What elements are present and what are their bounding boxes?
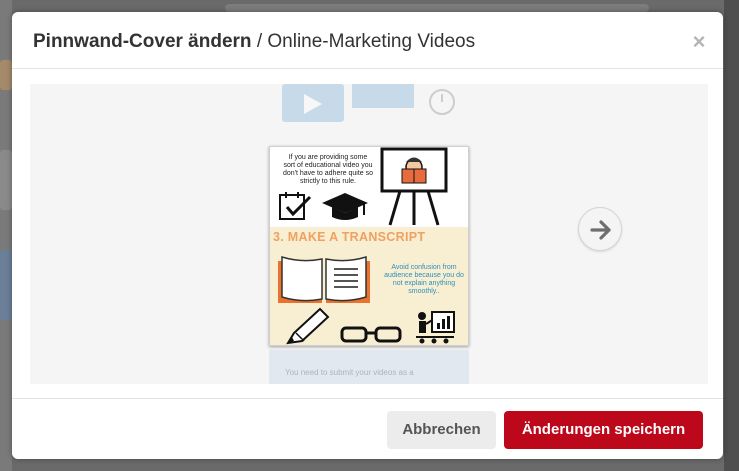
cover-text-bottom: Avoid confusion from audience because yo… bbox=[384, 264, 464, 295]
dialog-title-action: Pinnwand-Cover ändern bbox=[33, 31, 252, 52]
next-cover-snippet: You need to submit your videos as a bbox=[285, 368, 414, 377]
chart-presentation-icon bbox=[416, 311, 455, 344]
cover-picker: If you are providing some sort of educat… bbox=[30, 84, 708, 384]
pencil-icon bbox=[286, 307, 330, 345]
close-icon[interactable]: × bbox=[689, 31, 709, 53]
next-cover-button[interactable] bbox=[578, 207, 622, 251]
book-icon bbox=[278, 255, 370, 303]
arrow-right-icon bbox=[590, 220, 611, 240]
background-search-bar bbox=[225, 4, 649, 12]
cancel-button[interactable]: Abbrechen bbox=[387, 411, 496, 449]
dialog-title-board: Online-Marketing Videos bbox=[267, 31, 476, 52]
checklist-icon bbox=[279, 192, 312, 220]
previous-cover-preview bbox=[282, 84, 474, 132]
presenter-icon bbox=[380, 147, 448, 226]
dialog-footer: Abbrechen Änderungen speichern bbox=[12, 398, 723, 459]
cover-text-top: If you are providing some sort of educat… bbox=[282, 154, 374, 185]
dialog-header: Pinnwand-Cover ändern / Online-Marketing… bbox=[12, 12, 723, 69]
save-changes-button[interactable]: Änderungen speichern bbox=[504, 411, 703, 449]
dialog-title: Pinnwand-Cover ändern / Online-Marketing… bbox=[33, 31, 475, 53]
background-page-right bbox=[724, 0, 739, 471]
next-cover-preview: You need to submit your videos as a bbox=[269, 350, 469, 384]
graduation-cap-icon bbox=[322, 193, 368, 220]
dialog-title-separator: / bbox=[256, 31, 263, 52]
change-board-cover-dialog: Pinnwand-Cover ändern / Online-Marketing… bbox=[12, 12, 723, 459]
cover-heading: 3. MAKE A TRANSCRIPT bbox=[273, 230, 426, 244]
glasses-icon bbox=[340, 326, 402, 343]
background-page-left bbox=[0, 0, 12, 471]
cover-image[interactable]: If you are providing some sort of educat… bbox=[269, 146, 469, 346]
